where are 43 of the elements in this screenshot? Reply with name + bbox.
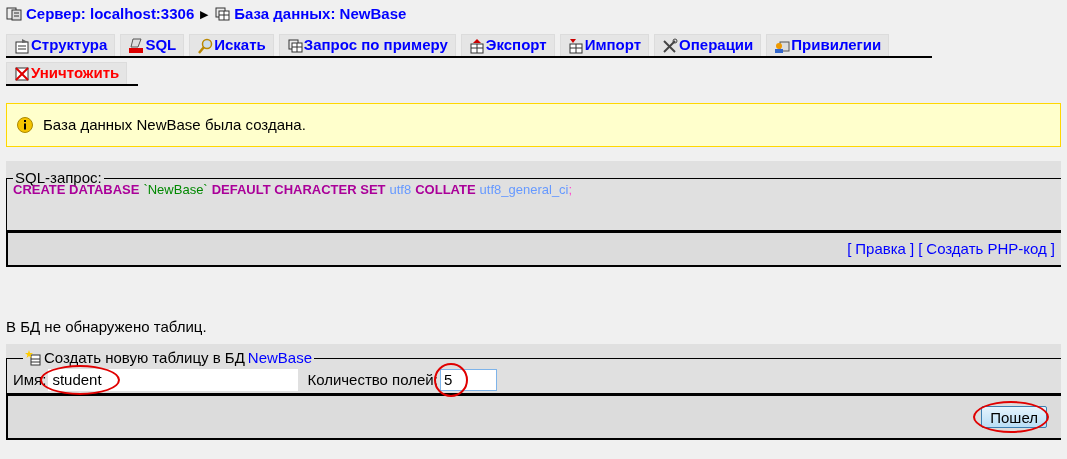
footer-link[interactable]: Создать PHP-код [926, 237, 1047, 261]
bracket: [ [918, 238, 923, 259]
import-icon [567, 37, 584, 54]
info-icon [17, 117, 33, 133]
bracket: [ [847, 238, 852, 259]
tab[interactable]: Структура [6, 34, 116, 56]
tab[interactable]: Привилегии [766, 34, 890, 56]
go-button[interactable]: Пошел [981, 405, 1047, 428]
breadcrumb-link[interactable]: Сервер: localhost:3306 [26, 2, 195, 26]
bracket: ] [909, 238, 915, 259]
new-table-icon [25, 350, 41, 366]
tab[interactable]: Искать [189, 34, 274, 56]
tools-icon [662, 37, 679, 54]
field-count-input[interactable]: 5 [439, 369, 497, 392]
empty-message: В БД не обнаружено таблиц. [6, 317, 208, 334]
sql-icon [128, 37, 145, 54]
sql-token: utf8 [389, 183, 412, 197]
name-input[interactable]: student [48, 369, 299, 392]
server-icon [6, 6, 22, 22]
tab[interactable]: Экспорт [460, 34, 555, 56]
breadcrumb-link[interactable]: База данных: NewBase [234, 2, 407, 26]
notice-text: База данных NewBase была создана. [43, 114, 306, 135]
sql-token: ; [568, 183, 573, 197]
table-icon [286, 37, 303, 54]
crossed-table-icon [14, 65, 30, 82]
fieldset-legend: SQL-запрос: [13, 171, 104, 185]
table-icon [14, 37, 30, 54]
export-icon [468, 37, 485, 54]
bracket: ] [1050, 238, 1055, 259]
footer-link[interactable]: Правка [855, 237, 906, 261]
sql-token: `NewBase` [143, 183, 208, 197]
tab[interactable]: Импорт [559, 34, 650, 56]
sql-token: COLLATE [415, 183, 476, 197]
tab[interactable]: Операции [654, 34, 762, 56]
tab[interactable]: Запрос по примеру [278, 34, 456, 56]
tab[interactable]: SQL [120, 34, 185, 56]
database-icon [214, 6, 231, 22]
sql-token: DEFAULT CHARACTER SET [211, 183, 386, 197]
separator-arrow: ▶ [200, 6, 209, 22]
magnifier-icon [197, 37, 214, 54]
legend-text: Создать новую таблицу в БД [44, 351, 245, 365]
database-link[interactable]: NewBase [247, 351, 313, 365]
sql-token: utf8_general_ci [479, 183, 569, 197]
